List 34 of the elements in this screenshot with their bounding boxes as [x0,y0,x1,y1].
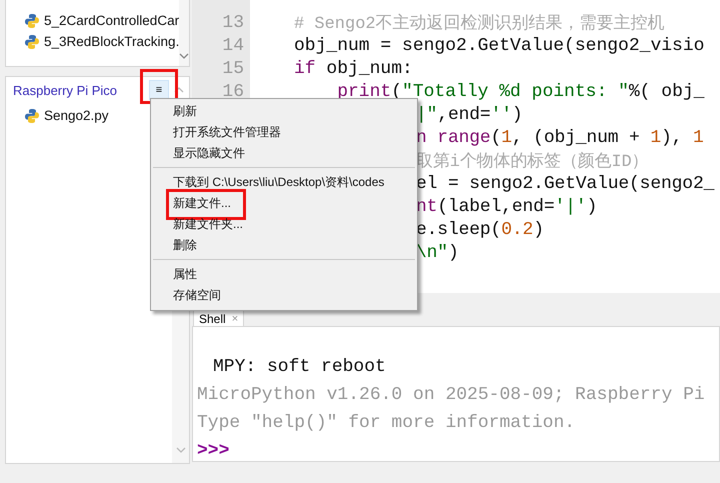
panel-title: Raspberry Pi Pico [13,82,118,98]
line-number: 14 [222,36,244,56]
code-line: |",end='') [416,104,523,124]
code-line: if obj_num: [294,58,413,78]
python-file-icon [24,34,40,50]
line-number: 15 [222,58,244,78]
line-number: 16 [222,82,244,102]
menu-item[interactable]: 显示隐藏文件 [151,145,245,162]
shell-line: >>> [197,440,230,461]
python-file-icon [24,108,40,124]
menu-item[interactable]: 删除 [151,237,197,254]
menu-item[interactable]: 新建文件... [151,195,232,212]
file-name[interactable]: Sengo2.py [44,108,109,123]
file-name[interactable]: 5_3RedBlockTracking. [44,34,180,49]
python-file-icon [24,12,40,28]
shell-line: Type "help()" for more information. [197,412,576,435]
code-line: \n") [416,242,459,262]
code-line: e.sleep(0.2) [416,220,544,240]
shell-line: MPY: soft reboot [212,356,386,379]
menu-item[interactable]: 下载到 C:\Users\liu\Desktop\资料\codes [151,174,384,191]
scroll-down-icon[interactable] [179,53,190,59]
menu-item[interactable]: 刷新 [151,103,197,120]
code-line: obj_num = sengo2.GetValue(sengo2_visio [294,36,704,56]
code-line: # Sengo2不主动返回检测识别结果，需要主控机 [294,12,665,34]
menu-button[interactable]: ≡ [149,80,169,100]
menu-item[interactable]: 属性 [151,266,197,283]
menu-item[interactable]: 存储空间 [151,287,221,304]
line-number: 13 [222,12,244,32]
menu-item[interactable]: 打开系统文件管理器 [151,124,281,141]
shell-line: MicroPython v1.26.0 on 2025-08-09; Raspberry Pi [197,384,705,407]
menu-item[interactable]: 新建文件夹... [151,216,244,233]
shell-panel[interactable]: MPY: soft reboot MicroPython v1.26.0 on 2025-08-09; Raspberry Pi Type "help()" for more information. >>> [192,326,720,462]
file-name[interactable]: 5_2CardControlledCar [44,13,180,28]
shell-tab[interactable]: Shell × [193,310,244,326]
